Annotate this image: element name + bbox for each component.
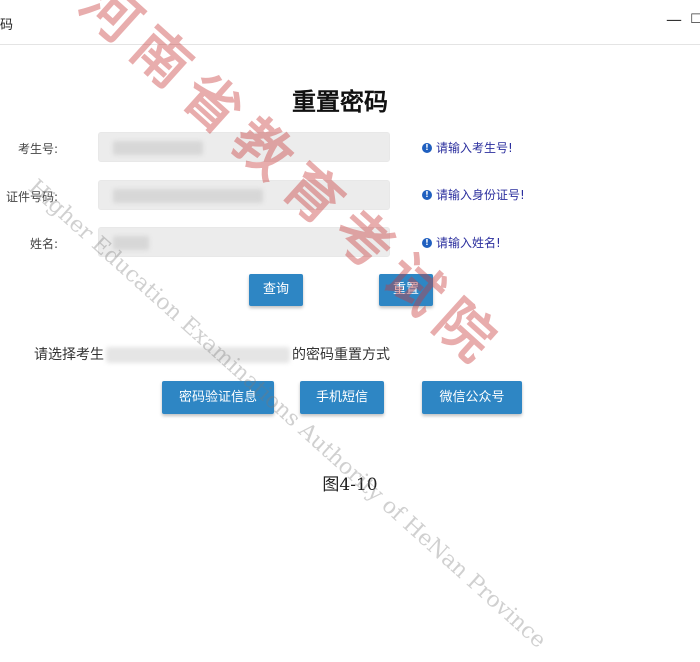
reset-method-prefix: 请选择考生: [34, 347, 104, 363]
reset-button[interactable]: 重置: [379, 274, 433, 306]
redacted-value: [113, 236, 149, 250]
window-title: 码: [0, 18, 14, 33]
name-hint-text: 请输入姓名!: [436, 236, 501, 250]
info-icon: !: [422, 237, 432, 248]
sms-button[interactable]: 手机短信: [300, 381, 384, 414]
exam-number-hint: ! 请输入考生号!: [422, 139, 513, 156]
name-input[interactable]: [98, 227, 390, 257]
watermark-chinese: 河南省教育考试院: [67, 0, 516, 382]
page-title: 重置密码: [292, 88, 388, 116]
info-icon: !: [422, 189, 432, 200]
minimize-button[interactable]: —: [664, 10, 684, 30]
reset-method-prompt: 请选择考生 的密码重置方式: [34, 344, 390, 364]
redacted-value: [113, 141, 203, 155]
window-titlebar: 码 — ☐: [0, 0, 700, 45]
password-verification-button[interactable]: 密码验证信息: [162, 381, 274, 414]
redacted-student-name: [106, 347, 290, 363]
figure-caption: 图4-10: [322, 475, 378, 495]
name-label: 姓名:: [29, 237, 58, 251]
reset-method-suffix: 的密码重置方式: [292, 347, 390, 363]
exam-number-input[interactable]: [98, 132, 390, 162]
id-number-label: 证件号码:: [5, 190, 58, 204]
query-button[interactable]: 查询: [249, 274, 303, 306]
id-number-hint: ! 请输入身份证号!: [422, 186, 525, 203]
exam-number-hint-text: 请输入考生号!: [436, 141, 513, 155]
exam-number-label: 考生号:: [17, 142, 58, 156]
maximize-button[interactable]: ☐: [686, 10, 700, 30]
redacted-value: [113, 189, 263, 203]
id-number-input[interactable]: [98, 180, 390, 210]
wechat-official-account-button[interactable]: 微信公众号: [422, 381, 522, 414]
info-icon: !: [422, 142, 432, 153]
id-number-hint-text: 请输入身份证号!: [436, 188, 525, 202]
name-hint: ! 请输入姓名!: [422, 234, 501, 251]
